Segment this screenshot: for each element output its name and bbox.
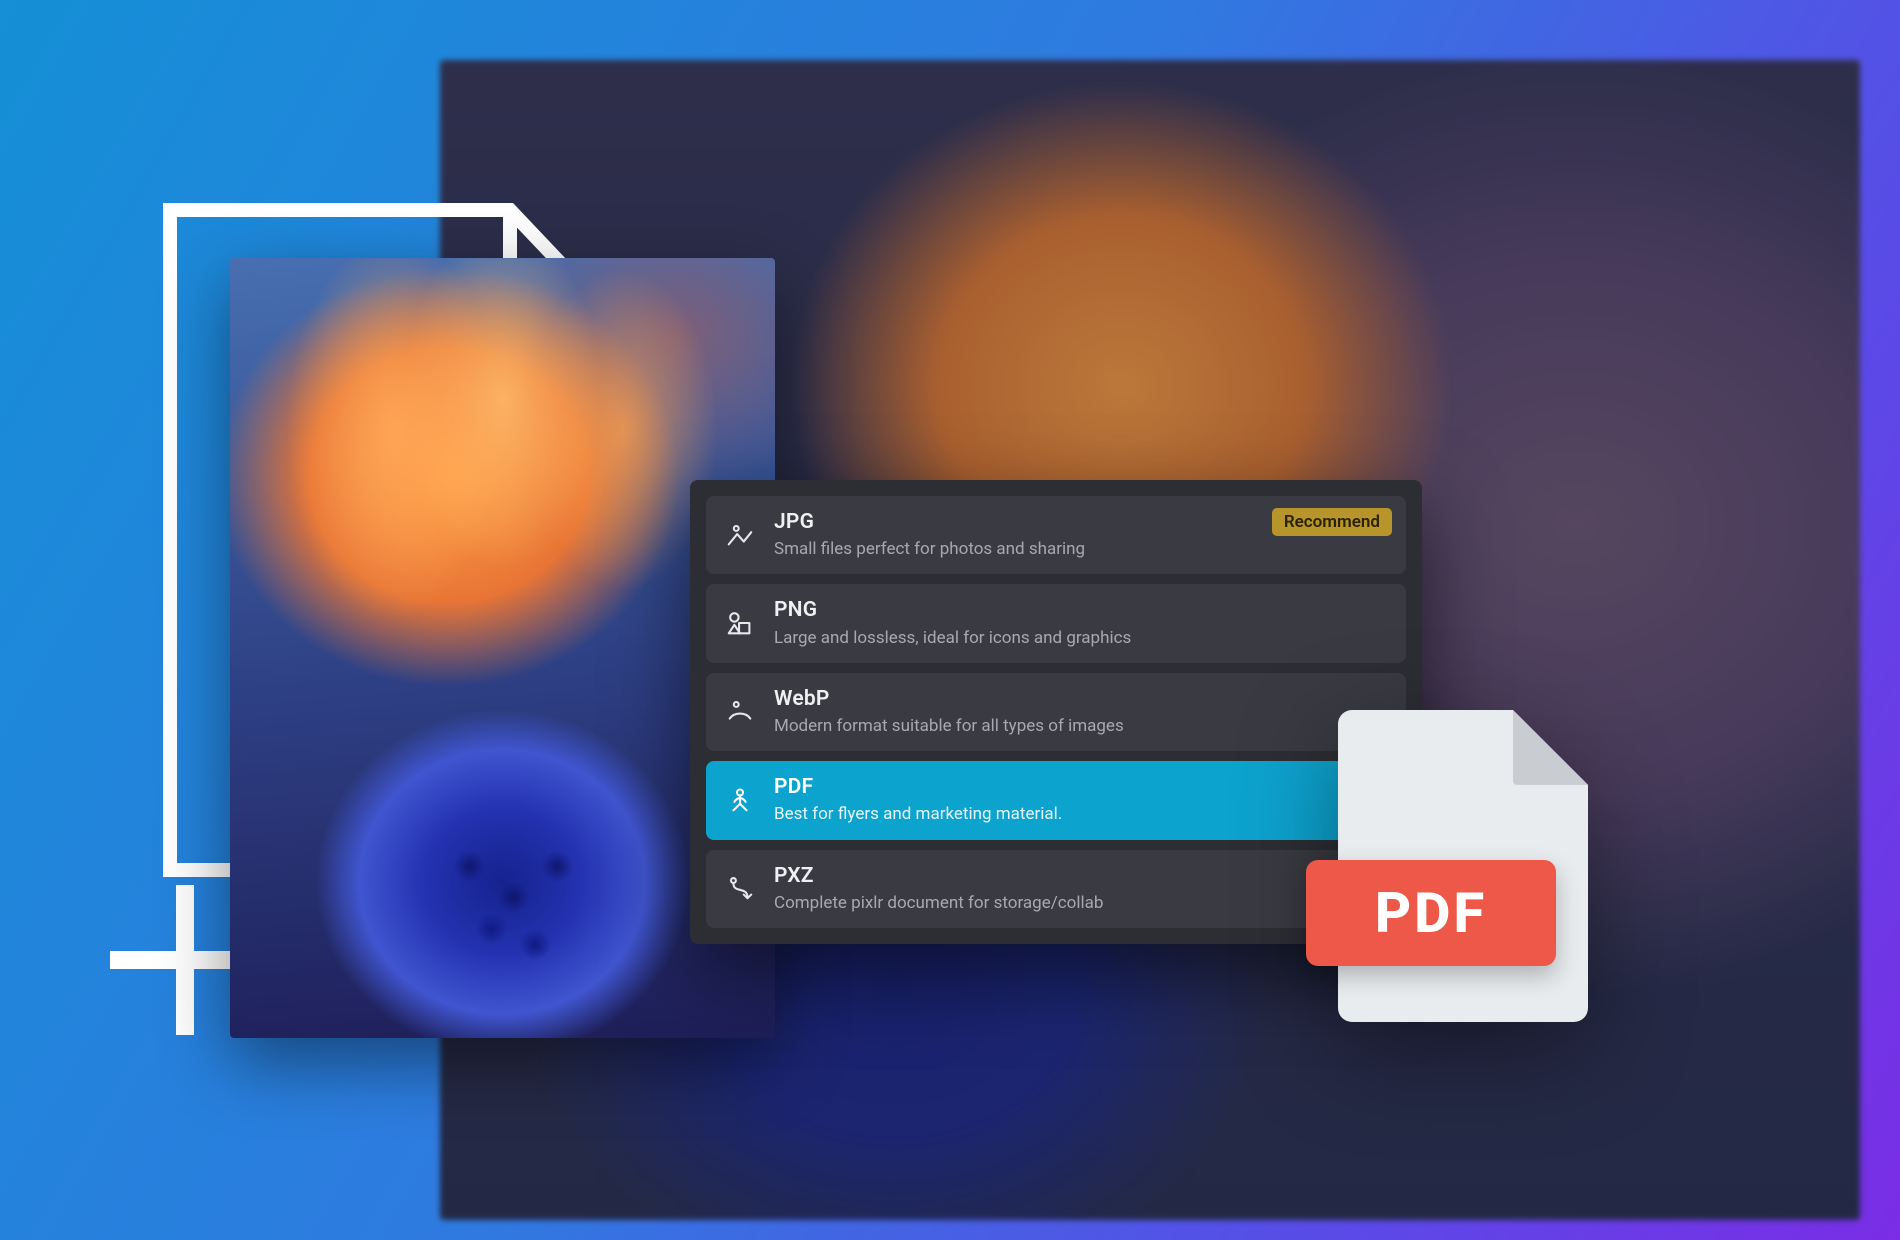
shapes-icon bbox=[724, 607, 756, 639]
file-fold-corner bbox=[1513, 710, 1588, 785]
format-name: PXZ bbox=[774, 863, 1103, 890]
route-icon bbox=[724, 872, 756, 904]
format-name: JPG bbox=[774, 509, 1085, 536]
person-icon bbox=[724, 695, 756, 727]
format-desc: Small files perfect for photos and shari… bbox=[774, 538, 1085, 560]
pdf-file-illustration: PDF bbox=[1338, 710, 1588, 1022]
format-desc: Best for flyers and marketing material. bbox=[774, 803, 1062, 825]
format-option-pdf[interactable]: PDF Best for flyers and marketing materi… bbox=[706, 761, 1406, 839]
format-option-png[interactable]: PNG Large and lossless, ideal for icons … bbox=[706, 584, 1406, 662]
format-desc: Modern format suitable for all types of … bbox=[774, 715, 1124, 737]
format-name: WebP bbox=[774, 686, 1124, 713]
format-name: PNG bbox=[774, 597, 1131, 624]
format-name: PDF bbox=[774, 774, 1062, 801]
format-desc: Complete pixlr document for storage/coll… bbox=[774, 892, 1103, 914]
pdf-label-badge: PDF bbox=[1306, 860, 1556, 966]
pdf-label-text: PDF bbox=[1375, 880, 1487, 946]
format-option-webp[interactable]: WebP Modern format suitable for all type… bbox=[706, 673, 1406, 751]
canvas-stage: JPG Small files perfect for photos and s… bbox=[0, 0, 1900, 1240]
recommend-badge: Recommend bbox=[1272, 508, 1392, 536]
format-option-pxz[interactable]: PXZ Complete pixlr document for storage/… bbox=[706, 850, 1406, 928]
format-option-jpg[interactable]: JPG Small files perfect for photos and s… bbox=[706, 496, 1406, 574]
image-icon bbox=[724, 519, 756, 551]
pdf-icon bbox=[724, 784, 756, 816]
format-desc: Large and lossless, ideal for icons and … bbox=[774, 627, 1131, 649]
